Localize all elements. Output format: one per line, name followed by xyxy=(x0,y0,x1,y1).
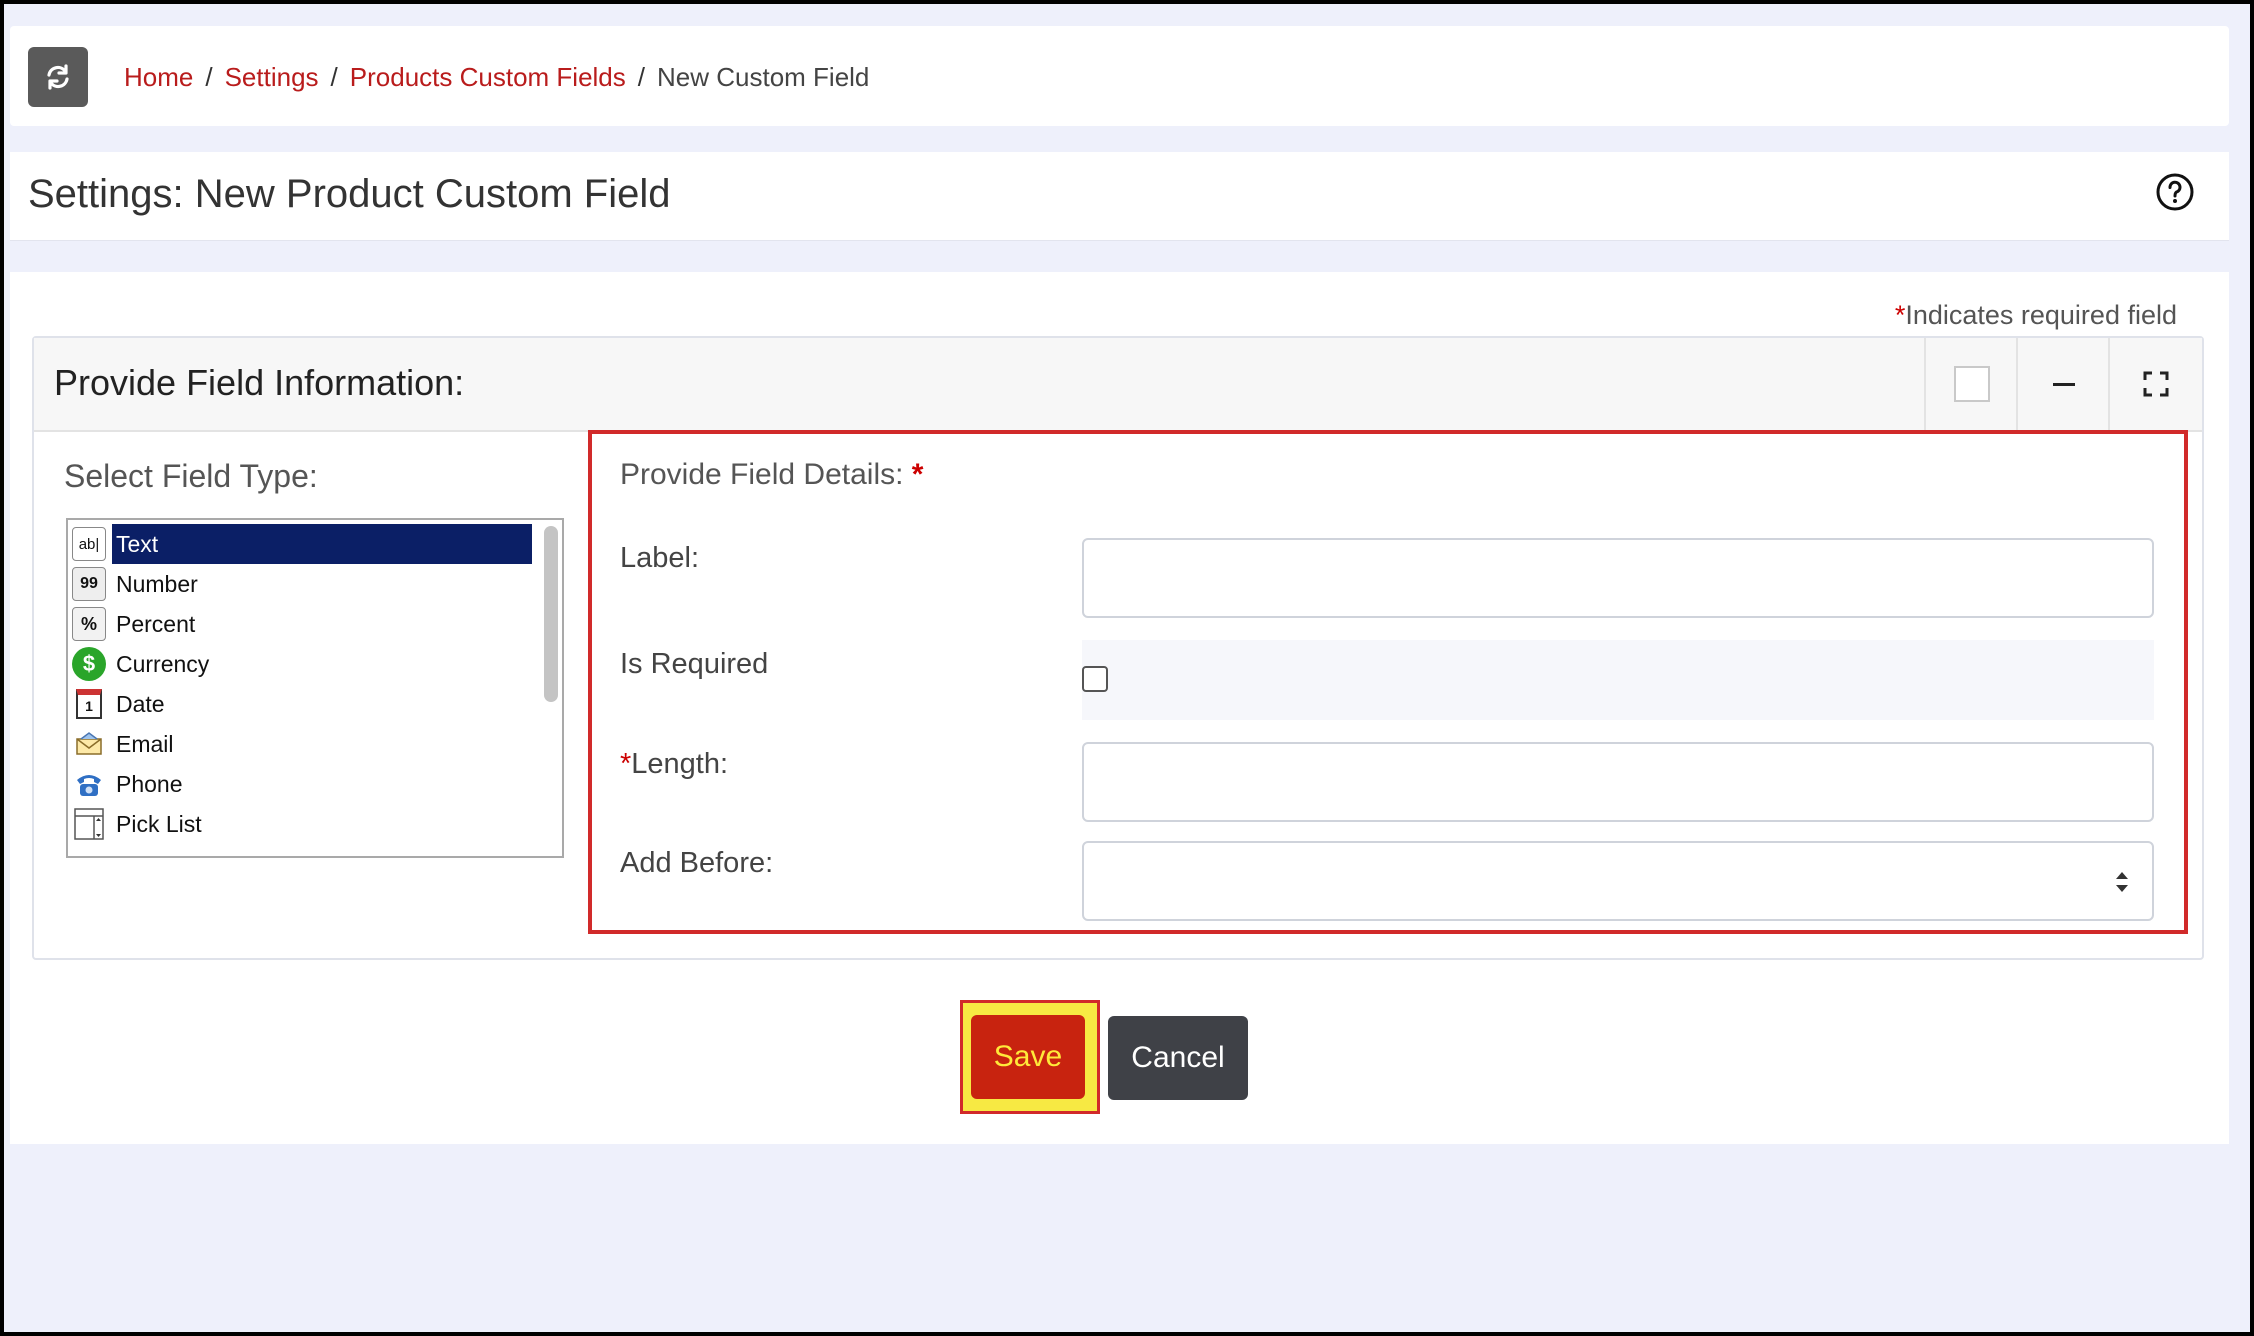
refresh-button[interactable] xyxy=(28,47,88,107)
add-before-label: Add Before: xyxy=(620,847,774,879)
save-button[interactable]: Save xyxy=(971,1015,1085,1099)
breadcrumb-home-link[interactable]: Home xyxy=(124,62,193,93)
text-icon: ab| xyxy=(72,527,106,561)
percent-icon: % xyxy=(72,607,106,641)
cancel-button[interactable]: Cancel xyxy=(1108,1016,1248,1100)
field-type-listbox[interactable]: ab| Text 99 Number % Percent $ Currency xyxy=(66,518,564,858)
page-title: Settings: New Product Custom Field xyxy=(28,172,671,216)
card-checkbox-button[interactable] xyxy=(1924,338,2018,430)
currency-icon: $ xyxy=(72,647,106,681)
page-header: Settings: New Product Custom Field xyxy=(10,152,2229,241)
field-information-card: Provide Field Information: Select Field … xyxy=(32,336,2204,960)
list-item-label: Number xyxy=(116,570,198,597)
breadcrumb-separator: / xyxy=(330,62,338,92)
list-item[interactable]: % Percent xyxy=(72,604,532,644)
breadcrumb: Home / Settings / Products Custom Fields… xyxy=(124,62,869,93)
list-item[interactable]: Pick List xyxy=(72,804,532,844)
help-icon[interactable] xyxy=(2155,172,2195,212)
field-details-title-text: Provide Field Details: xyxy=(620,458,904,491)
breadcrumb-bar: Home / Settings / Products Custom Fields… xyxy=(10,26,2229,126)
breadcrumb-current: New Custom Field xyxy=(657,62,870,92)
breadcrumb-settings-link[interactable]: Settings xyxy=(225,62,319,93)
label-field-label: Label: xyxy=(620,542,700,574)
required-field-note: *Indicates required field xyxy=(1895,300,2177,331)
square-icon xyxy=(1954,366,1990,402)
breadcrumb-separator: / xyxy=(637,62,645,92)
phone-icon xyxy=(72,767,106,801)
breadcrumb-products-custom-fields-link[interactable]: Products Custom Fields xyxy=(350,62,626,93)
list-item-label: Phone xyxy=(116,770,183,797)
refresh-icon xyxy=(47,64,69,90)
calendar-icon: 1 xyxy=(76,689,102,719)
list-item[interactable]: Phone xyxy=(72,764,532,804)
save-highlight: Save xyxy=(960,1000,1100,1114)
list-item-label: Text xyxy=(112,524,532,564)
is-required-label: Is Required xyxy=(620,648,769,680)
minus-icon xyxy=(2053,382,2075,386)
email-icon xyxy=(72,727,106,761)
required-star: * xyxy=(911,458,924,491)
list-item[interactable]: Email xyxy=(72,724,532,764)
field-details-title: Provide Field Details: * xyxy=(620,458,923,492)
required-star: * xyxy=(1894,300,1906,330)
list-item-label: Currency xyxy=(116,650,210,677)
field-type-section: Select Field Type: ab| Text 99 Number % … xyxy=(64,458,564,858)
app-frame: Home / Settings / Products Custom Fields… xyxy=(0,0,2254,1336)
picklist-icon xyxy=(72,807,106,841)
card-header: Provide Field Information: xyxy=(34,338,2202,432)
list-item[interactable]: 99 Number xyxy=(72,564,532,604)
number-icon: 99 xyxy=(72,567,106,601)
list-item[interactable]: 1 Date xyxy=(72,684,532,724)
maximize-button[interactable] xyxy=(2108,338,2202,430)
length-label-text: Length: xyxy=(631,748,729,780)
field-type-title: Select Field Type: xyxy=(64,458,318,494)
is-required-row xyxy=(1082,640,2154,720)
add-before-select[interactable] xyxy=(1082,841,2154,921)
select-arrows-icon xyxy=(2116,872,2128,892)
list-scrollbar[interactable] xyxy=(544,526,558,702)
list-item-label: Email xyxy=(116,730,174,757)
list-item[interactable]: $ Currency xyxy=(72,644,532,684)
length-input[interactable] xyxy=(1082,742,2154,822)
card-title: Provide Field Information: xyxy=(54,362,465,403)
list-item-label: Pick List xyxy=(116,810,202,837)
required-star: * xyxy=(620,748,632,780)
main-panel: *Indicates required field Provide Field … xyxy=(10,272,2229,1144)
breadcrumb-separator: / xyxy=(205,62,213,92)
field-details-panel: Provide Field Details: * Label: Is Requi… xyxy=(588,430,2188,934)
label-input[interactable] xyxy=(1082,538,2154,618)
collapse-button[interactable] xyxy=(2016,338,2110,430)
is-required-checkbox[interactable] xyxy=(1082,666,1108,692)
expand-icon xyxy=(2143,371,2169,397)
list-item-label: Percent xyxy=(116,610,196,637)
length-field-label: *Length: xyxy=(620,748,728,781)
list-item-label: Date xyxy=(116,690,165,717)
required-note-text: Indicates required field xyxy=(1905,300,2177,330)
list-item[interactable]: ab| Text xyxy=(72,524,532,564)
